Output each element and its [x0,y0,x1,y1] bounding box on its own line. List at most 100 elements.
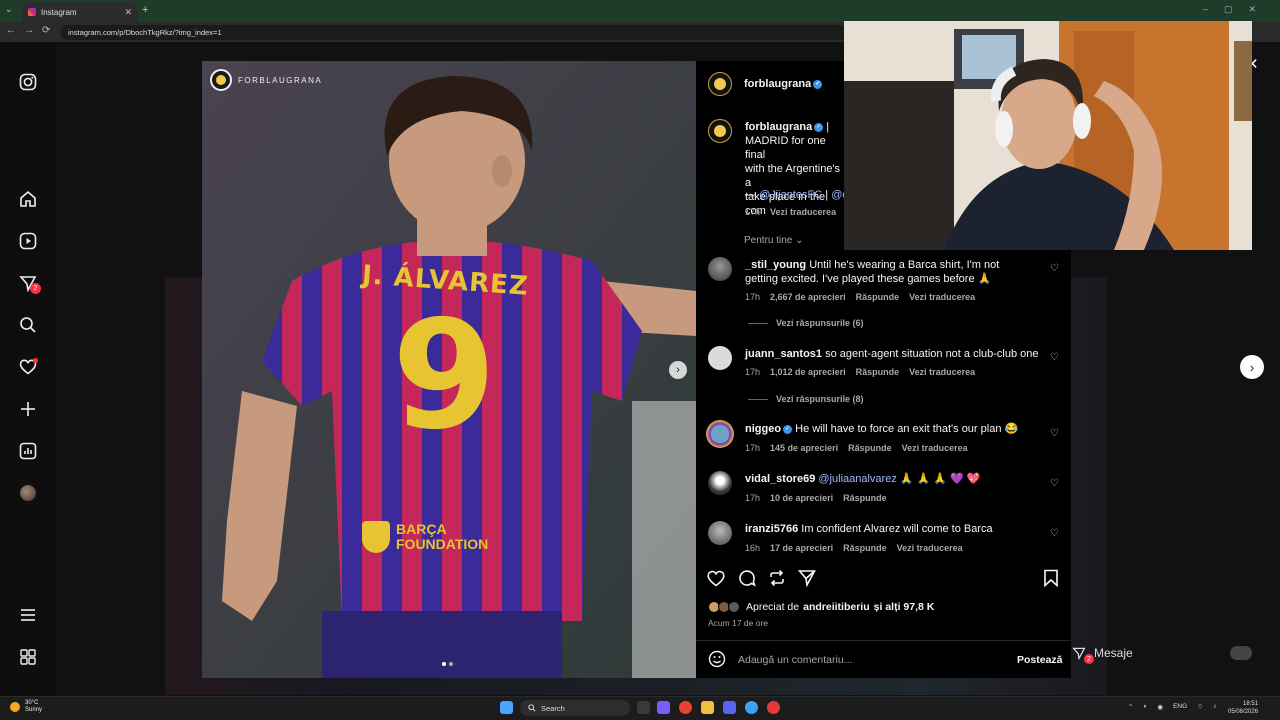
jersey-number: 9 [392,289,497,463]
profile-avatar[interactable] [18,483,38,503]
browser-tab[interactable]: Instagram ✕ [22,2,138,22]
for-you-dropdown[interactable]: Pentru tine ⌄ [744,235,804,246]
view-replies[interactable]: Vezi răspunsurile (8) [748,394,864,404]
taskbar-search[interactable]: Search [520,700,630,716]
task-view-icon[interactable] [637,701,650,714]
browser-tab-bar [0,0,1280,22]
taskbar-clock[interactable]: 18:51 05/08/2026 [1228,700,1258,716]
likes-summary[interactable]: Apreciat de andreiitiberiu și alți 97,8 … [708,601,934,613]
comment-avatar[interactable] [708,471,732,495]
comment-meta: 16h 17 de aprecieri Răspunde Vezi traducere… [745,543,963,553]
messages-pill[interactable]: 2 Mesaje [1072,640,1252,666]
caption-translate-link[interactable]: Vezi traducerea [770,207,836,217]
comment-text: niggeo ✓ He will have to force an exit th… [745,423,1019,435]
comment-text: juann_santos1 so agent-agent situation n… [745,348,1039,360]
more-menu-icon[interactable] [18,605,38,625]
tray-icon[interactable]: ◉ [1157,703,1163,711]
brand-watermark: FORBLAUGRANA [210,69,322,91]
discord-icon[interactable] [723,701,736,714]
window-controls[interactable]: –▢✕ [1203,4,1272,15]
comment-like-icon[interactable]: ♡ [1050,428,1059,439]
verified-badge-icon: ✓ [813,79,823,89]
start-windows-icon[interactable] [500,701,513,714]
sponsor-text: BARÇA FOUNDATION [396,521,489,552]
caption-author-avatar[interactable] [708,119,732,143]
comment-icon[interactable] [737,568,757,588]
comment-text: _stil_young Until he's wearing a Barca s… [745,259,1000,285]
close-tab-icon[interactable]: ✕ [124,7,132,18]
system-tray[interactable]: ⌃ ◐ ◉ ENG ⌔ ♪ [1128,702,1217,711]
comment-like-icon[interactable]: ♡ [1050,263,1059,274]
chrome-icon[interactable] [679,701,692,714]
liker-username[interactable]: andreiitiberiu [803,601,870,613]
wifi-icon[interactable]: ⌔ [1197,702,1203,711]
author-username[interactable]: forblaugrana ✓ [744,78,823,90]
caption-credit: — @JijantesFC | @di [745,189,851,201]
comment-like-icon[interactable]: ♡ [1050,352,1059,363]
tray-icon[interactable]: ◐ [1143,703,1147,710]
post-comment-button[interactable]: Postează [1017,654,1063,666]
share-icon[interactable] [797,568,817,588]
verified-badge-icon: ✓ [783,424,793,434]
nav-buttons[interactable]: ←→⟳ [6,25,58,36]
app-icon[interactable] [657,701,670,714]
volume-icon[interactable]: ♪ [1213,703,1216,710]
post-actions [706,568,1062,590]
create-plus-icon[interactable] [18,399,38,419]
browser-icon[interactable] [767,701,780,714]
comment-avatar-story[interactable] [706,420,734,448]
messages-badge: 2 [30,283,41,294]
comment-avatar[interactable] [708,346,732,370]
reels-icon[interactable] [18,231,38,251]
search-icon[interactable] [18,315,38,335]
instagram-sidebar: 2 [0,42,56,696]
comment-like-icon[interactable]: ♡ [1050,528,1059,539]
next-post-button[interactable]: › [1240,355,1264,379]
comment-meta: 17h 2,667 de aprecieri Răspunde Vezi traduc… [745,292,976,302]
also-from-meta-icon[interactable] [18,647,38,667]
taskbar-search-icon [528,704,536,712]
tab-title: Instagram [41,7,77,17]
carousel-dots [442,662,453,666]
post-time: Acum 17 de ore [708,618,769,628]
language-indicator[interactable]: ENG [1173,703,1187,710]
sun-icon [10,702,20,712]
club-crest-icon [362,521,390,553]
app-icon[interactable] [745,701,758,714]
comment-meta: 17h 145 de aprecieri Răspunde Vezi traducer… [745,443,968,453]
messages-avatars [1230,646,1252,660]
caption-text: forblaugrana ✓ | MADRID for one final wit… [745,121,841,217]
barca-foundation-sponsor: BARÇA FOUNDATION [362,521,488,553]
comment-text: iranzi5766 Im confident Alvarez will com… [745,523,993,535]
comment-meta: 17h 10 de aprecieri Răspunde [745,493,887,503]
author-avatar[interactable] [708,72,732,96]
weather-widget[interactable]: 30°C Sunny [10,700,42,714]
credit-mention-1[interactable]: @JijantesFC [759,189,822,201]
comment-text: vidal_store69 @juliaanalvarez 🙏 🙏 🙏 💜 💖 [745,473,981,485]
instagram-logo-icon[interactable] [18,72,38,92]
file-explorer-icon[interactable] [701,701,714,714]
view-replies[interactable]: Vezi răspunsurile (6) [748,318,864,328]
like-icon[interactable] [706,568,726,588]
home-icon[interactable] [18,189,38,209]
post-image[interactable]: J. ÁLVAREZ 9 BARÇA FOUNDATION [202,61,696,678]
dashboard-icon[interactable] [18,441,38,461]
comment-avatar[interactable] [708,521,732,545]
caption-meta: 17h Vezi traducerea [745,207,837,217]
comment-input[interactable]: Adaugă un comentariu... [738,654,852,666]
new-tab-icon[interactable]: + [142,4,148,16]
save-bookmark-icon[interactable] [1041,568,1061,588]
comment-like-icon[interactable]: ♡ [1050,478,1059,489]
liker-avatar [728,601,740,613]
emoji-icon[interactable] [708,650,726,668]
repost-icon[interactable] [767,568,787,588]
brand-logo-icon [210,69,232,91]
notification-dot [33,358,38,363]
comment-avatar[interactable] [708,257,732,281]
tab-menu-icon[interactable]: ⌄ [5,4,13,15]
tray-chevron-icon[interactable]: ⌃ [1128,703,1133,711]
caption-author[interactable]: forblaugrana [745,121,812,133]
next-image-button[interactable]: › [669,361,687,379]
verified-badge-icon: ✓ [814,122,824,132]
url-field[interactable]: instagram.com/p/DbochTkgRkz/?img_index=1 [60,25,850,40]
